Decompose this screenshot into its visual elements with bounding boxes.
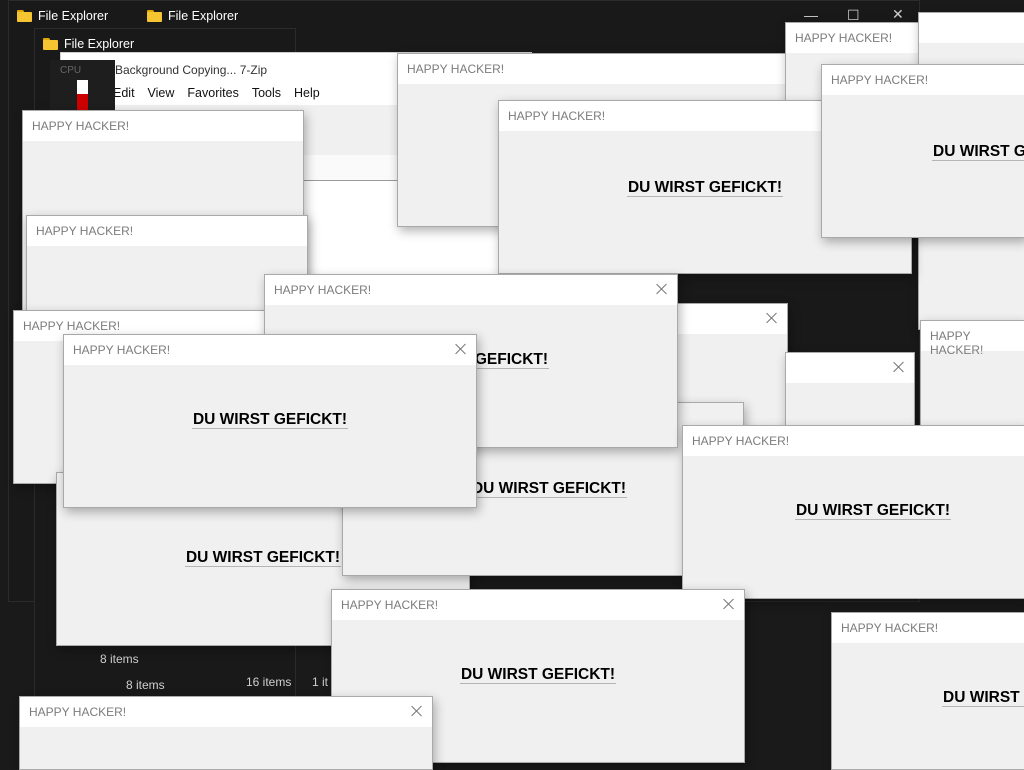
popup-message: DU WIRST GEFICKT! (794, 502, 952, 520)
popup-title: HAPPY HACKER! (930, 329, 984, 357)
explorer-title: File Explorer (38, 9, 109, 23)
popup-title: HAPPY HACKER! (341, 598, 439, 612)
minimize-icon[interactable]: — (804, 7, 818, 23)
popup-window[interactable]: HAPPY HACKER! (19, 696, 433, 770)
menu-help[interactable]: Help (294, 86, 320, 100)
popup-title: HAPPY HACKER! (73, 343, 171, 357)
popup-title: HAPPY HACKER! (407, 62, 505, 76)
popup-title-bar[interactable]: HAPPY HACKER! (20, 697, 432, 727)
close-icon[interactable] (655, 282, 669, 296)
menu-tools[interactable]: Tools (252, 86, 281, 100)
folder-icon (43, 38, 58, 50)
popup-title: HAPPY HACKER! (508, 109, 606, 123)
status-item-count: 8 items (100, 652, 139, 666)
popup-title: HAPPY HACKER! (29, 705, 127, 719)
popup-title-bar[interactable]: HAPPY HACKER! (23, 111, 303, 141)
status-item-count: 8 items (126, 678, 165, 692)
popup-title: HAPPY HACKER! (23, 319, 121, 333)
popup-title-bar[interactable] (677, 304, 787, 334)
menu-view[interactable]: View (148, 86, 175, 100)
popup-title-bar[interactable]: HAPPY HACKER! (822, 65, 1024, 95)
explorer-title: File Explorer (64, 37, 135, 51)
popup-title: HAPPY HACKER! (692, 434, 790, 448)
popup-title-bar[interactable]: HAPPY HACKER! (398, 54, 808, 84)
popup-window[interactable]: HAPPY HACKER! DU WIRST GEFICKT! (831, 612, 1024, 770)
popup-title: HAPPY HACKER! (32, 119, 130, 133)
popup-title-bar[interactable] (919, 13, 1024, 43)
popup-window[interactable]: HAPPY HACKER! DU WIRST GEFICKT! (63, 334, 477, 508)
folder-icon (17, 10, 32, 22)
close-icon[interactable] (454, 342, 468, 356)
gauge-label: CPU (60, 65, 82, 76)
popup-message: DU WIRST GEFICKT! (932, 143, 1024, 161)
popup-message: DU WIRST GEFICKT! (942, 689, 1024, 707)
explorer-title: File Explorer (168, 9, 239, 23)
status-item-count-extra: 1 it (312, 675, 329, 689)
popup-title-bar[interactable]: HAPPY HACKER! (921, 321, 1024, 357)
explorer-title-bar-secondary[interactable]: File Explorer (139, 1, 238, 31)
menu-favorites[interactable]: Favorites (187, 86, 238, 100)
popup-title-bar[interactable]: HAPPY HACKER! (832, 613, 1024, 643)
popup-title: HAPPY HACKER! (795, 31, 893, 45)
popup-title-bar[interactable]: HAPPY HACKER! (27, 216, 307, 246)
zip-window-title: Background Copying... 7-Zip (115, 63, 268, 77)
popup-title: HAPPY HACKER! (831, 73, 929, 87)
popup-title-bar[interactable]: HAPPY HACKER! (265, 275, 677, 305)
zip-menu-bar: Edit View Favorites Tools Help (113, 86, 320, 100)
popup-window[interactable]: HAPPY HACKER! DU WIRST GEFICKT! (682, 425, 1024, 599)
popup-title: HAPPY HACKER! (36, 224, 134, 238)
close-icon[interactable]: ✕ (892, 6, 904, 23)
status-item-count: 16 items (246, 675, 292, 689)
folder-icon (147, 10, 162, 22)
popup-title-bar[interactable]: HAPPY HACKER! (332, 590, 744, 620)
menu-edit[interactable]: Edit (113, 86, 135, 100)
explorer-title-bar[interactable]: File Explorer (9, 1, 108, 31)
popup-message: DU WIRST GEFICKT! (459, 666, 617, 684)
popup-title-bar[interactable]: HAPPY HACKER! (64, 335, 476, 365)
close-icon[interactable] (722, 597, 736, 611)
popup-title-bar[interactable]: HAPPY HACKER! (683, 426, 1024, 456)
popup-window[interactable]: HAPPY HACKER! DU WIRST GEFICKT! (821, 64, 1024, 238)
close-icon[interactable] (892, 360, 906, 374)
popup-title-bar[interactable] (786, 353, 914, 383)
close-icon[interactable] (410, 704, 424, 718)
close-icon[interactable] (765, 311, 779, 325)
popup-title: HAPPY HACKER! (274, 283, 372, 297)
popup-title: HAPPY HACKER! (841, 621, 939, 635)
popup-message: DU WIRST GEFICKT! (191, 411, 349, 429)
